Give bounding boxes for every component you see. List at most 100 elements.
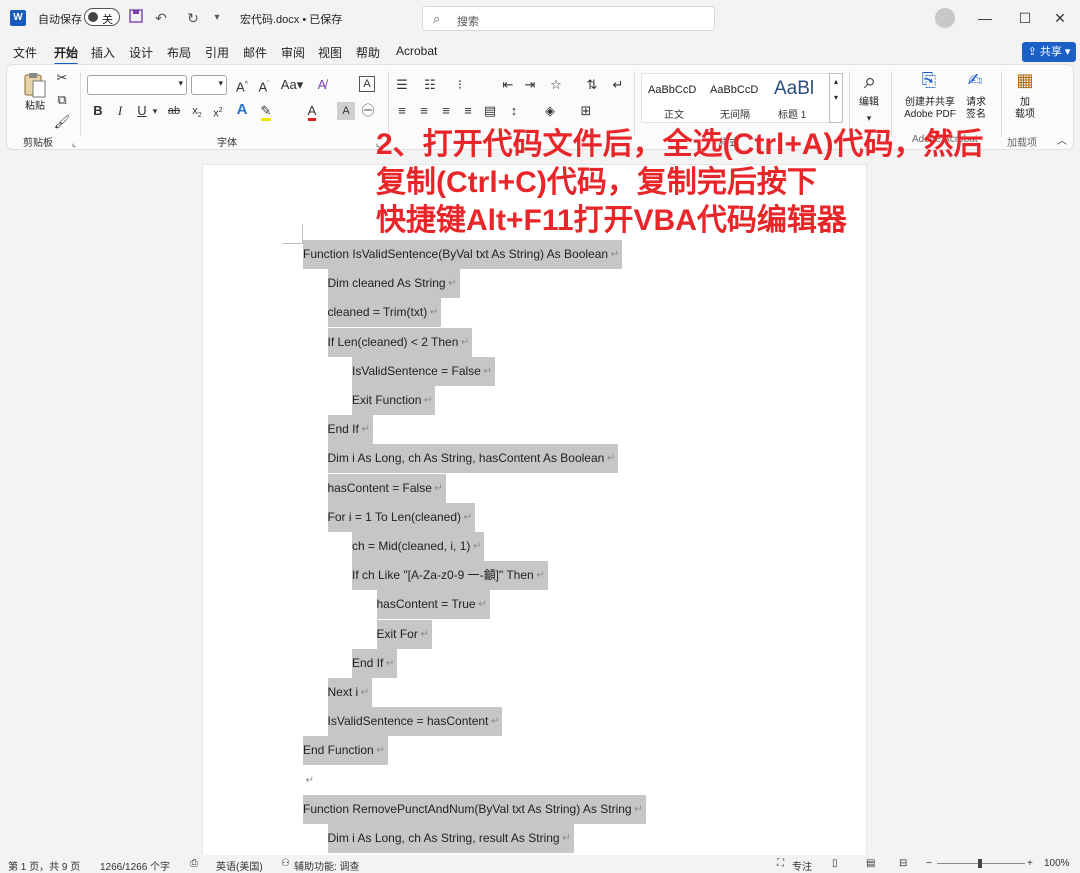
autosave-toggle[interactable]: 关 xyxy=(84,8,120,26)
tab-layout[interactable]: 布局 xyxy=(167,44,191,61)
line-spacing-icon[interactable]: ↕ xyxy=(505,102,523,120)
tab-insert[interactable]: 插入 xyxy=(91,44,115,61)
tab-acrobat[interactable]: Acrobat xyxy=(396,44,437,58)
code-line[interactable]: Exit Function ↵ xyxy=(352,386,436,415)
character-shading-icon[interactable]: A xyxy=(337,102,355,120)
focus-label[interactable]: 专注 xyxy=(792,858,812,873)
read-mode-icon[interactable]: ▯ xyxy=(832,858,838,869)
borders-icon[interactable]: ⊞ xyxy=(577,102,595,120)
language-indicator[interactable]: 英语(美国) xyxy=(216,858,263,873)
share-button[interactable]: ⇪ 共享 ▾ xyxy=(1022,42,1076,62)
maximize-icon[interactable]: ☐ xyxy=(1015,8,1035,28)
undo-icon[interactable]: ↶ xyxy=(152,9,170,27)
word-count[interactable]: 1266/1266 个字 xyxy=(100,858,170,873)
page-count[interactable]: 第 1 页，共 9 页 xyxy=(8,858,80,873)
code-line[interactable]: IsValidSentence = hasContent ↵ xyxy=(327,707,503,737)
align-center-icon[interactable]: ≡ xyxy=(415,102,433,120)
underline-dropdown-icon[interactable]: ▾ xyxy=(146,102,164,120)
proofing-icon[interactable]: ⎙ xyxy=(190,858,198,869)
style-heading1-label[interactable]: 标题 1 xyxy=(778,106,806,121)
highlight-icon[interactable]: ✎ xyxy=(257,102,275,121)
paste-icon[interactable] xyxy=(23,71,47,99)
align-left-icon[interactable]: ≡ xyxy=(393,102,411,120)
code-line[interactable]: End If ↵ xyxy=(327,415,373,445)
justify-icon[interactable]: ≡ xyxy=(459,102,477,120)
addins-label[interactable]: 加载项 xyxy=(1009,97,1041,121)
grow-font-icon[interactable]: A^ xyxy=(233,76,251,94)
tab-home[interactable]: 开始 xyxy=(54,44,79,66)
code-line[interactable]: cleaned = Trim(txt) ↵ xyxy=(327,298,442,328)
code-line[interactable]: End If ↵ xyxy=(352,648,398,678)
code-line[interactable]: hasContent = False ↵ xyxy=(327,473,446,503)
zoom-level[interactable]: 100% xyxy=(1044,858,1070,869)
code-line[interactable]: Exit For ↵ xyxy=(376,619,432,649)
request-signature-label[interactable]: 请求 签名 xyxy=(961,97,991,121)
code-line[interactable]: If Len(cleaned) < 2 Then ↵ xyxy=(327,327,473,357)
bold-icon[interactable]: B xyxy=(89,102,107,120)
sort-icon[interactable]: ⇅ xyxy=(583,76,601,94)
document-title[interactable]: 宏代码.docx • 已保存 xyxy=(240,11,342,27)
font-color-icon[interactable]: A xyxy=(303,102,321,121)
web-layout-icon[interactable]: ⊟ xyxy=(899,858,907,869)
multilevel-list-icon[interactable]: ⁝ xyxy=(451,76,469,94)
text-effects-icon[interactable]: A xyxy=(233,101,251,119)
tab-review[interactable]: 审阅 xyxy=(281,44,305,61)
styles-scroll[interactable]: ▴ ▾ xyxy=(829,73,843,123)
tab-view[interactable]: 视图 xyxy=(318,44,342,61)
code-line[interactable]: IsValidSentence = False ↵ xyxy=(352,356,495,386)
save-icon[interactable] xyxy=(127,9,145,27)
zoom-slider-thumb[interactable] xyxy=(978,859,982,868)
decrease-indent-icon[interactable]: ⇤ xyxy=(499,76,517,94)
code-line[interactable]: Dim i As Long, ch As String, hasContent … xyxy=(327,444,619,474)
accessibility-icon[interactable]: ⚇ xyxy=(281,858,290,869)
tab-references[interactable]: 引用 xyxy=(205,44,229,61)
code-line[interactable]: Dim i As Long, ch As String, result As S… xyxy=(327,824,574,853)
create-share-pdf-label[interactable]: 创建并共享 Adobe PDF xyxy=(899,97,961,121)
code-line[interactable]: Function RemovePunctAndNum(ByVal txt As … xyxy=(303,794,646,824)
code-line[interactable]: ch = Mid(cleaned, i, 1) ↵ xyxy=(352,532,485,561)
styles-gallery[interactable]: AaBbCcD 正文 AaBbCcD 无间隔 AaBl 标题 1 xyxy=(641,73,831,123)
find-icon[interactable]: ⌕ xyxy=(858,69,882,93)
search-box[interactable]: ⌕ 搜索 xyxy=(422,6,715,31)
avatar[interactable] xyxy=(935,8,955,28)
code-line[interactable]: Next i ↵ xyxy=(327,678,373,707)
font-name-input[interactable]: ▾ xyxy=(87,75,187,95)
tab-mailings[interactable]: 邮件 xyxy=(243,44,267,61)
increase-indent-icon[interactable]: ⇥ xyxy=(521,76,539,94)
code-line[interactable]: For i = 1 To Len(cleaned) ↵ xyxy=(327,502,476,532)
code-line[interactable]: Dim cleaned As String ↵ xyxy=(327,269,460,299)
code-line[interactable]: If ch Like "[A-Za-z0-9 一-龥]" Then ↵ xyxy=(352,561,548,591)
focus-icon[interactable]: ⛶ xyxy=(777,858,784,869)
code-line[interactable]: End Function ↵ xyxy=(303,736,388,766)
strikethrough-icon[interactable]: ab xyxy=(165,102,183,120)
bullets-icon[interactable]: ☰ xyxy=(393,76,411,94)
font-size-input[interactable]: ▾ xyxy=(191,75,227,95)
zoom-slider[interactable] xyxy=(937,859,1025,868)
subscript-icon[interactable]: x2 xyxy=(188,102,206,120)
shrink-font-icon[interactable]: Aˇ xyxy=(255,76,273,94)
clear-formatting-icon[interactable]: A̸ xyxy=(313,76,331,94)
customize-qat-icon[interactable]: ▾ xyxy=(208,9,226,27)
show-marks-icon[interactable]: ↵ xyxy=(609,76,627,94)
editing-dropdown-icon[interactable]: ▾ xyxy=(860,109,878,127)
tab-design[interactable]: 设计 xyxy=(129,44,153,61)
style-normal-label[interactable]: 正文 xyxy=(664,106,684,121)
editing-label[interactable]: 编辑 xyxy=(853,97,885,109)
print-layout-icon[interactable]: ▤ xyxy=(866,858,875,869)
minimize-icon[interactable]: — xyxy=(975,8,995,28)
numbering-icon[interactable]: ☷ xyxy=(421,76,439,94)
code-line[interactable]: Function IsValidSentence(ByVal txt As St… xyxy=(303,240,623,269)
close-icon[interactable]: ✕ xyxy=(1050,8,1070,28)
align-right-icon[interactable]: ≡ xyxy=(437,102,455,120)
accessibility-status[interactable]: 辅助功能: 调查 xyxy=(294,858,360,873)
redo-icon[interactable]: ↻ xyxy=(184,9,202,27)
code-line[interactable]: hasContent = True ↵ xyxy=(376,590,490,620)
tab-help[interactable]: 帮助 xyxy=(356,44,380,61)
zoom-in-icon[interactable]: + xyxy=(1027,858,1033,869)
tab-file[interactable]: 文件 xyxy=(13,44,37,61)
enclose-characters-icon[interactable]: ㊀ xyxy=(359,102,377,120)
italic-icon[interactable]: I xyxy=(111,102,129,120)
format-painter-icon[interactable]: 🖌 xyxy=(53,113,71,131)
change-case-icon[interactable]: Aa▾ xyxy=(280,76,304,94)
style-no-spacing-label[interactable]: 无间隔 xyxy=(720,106,750,121)
